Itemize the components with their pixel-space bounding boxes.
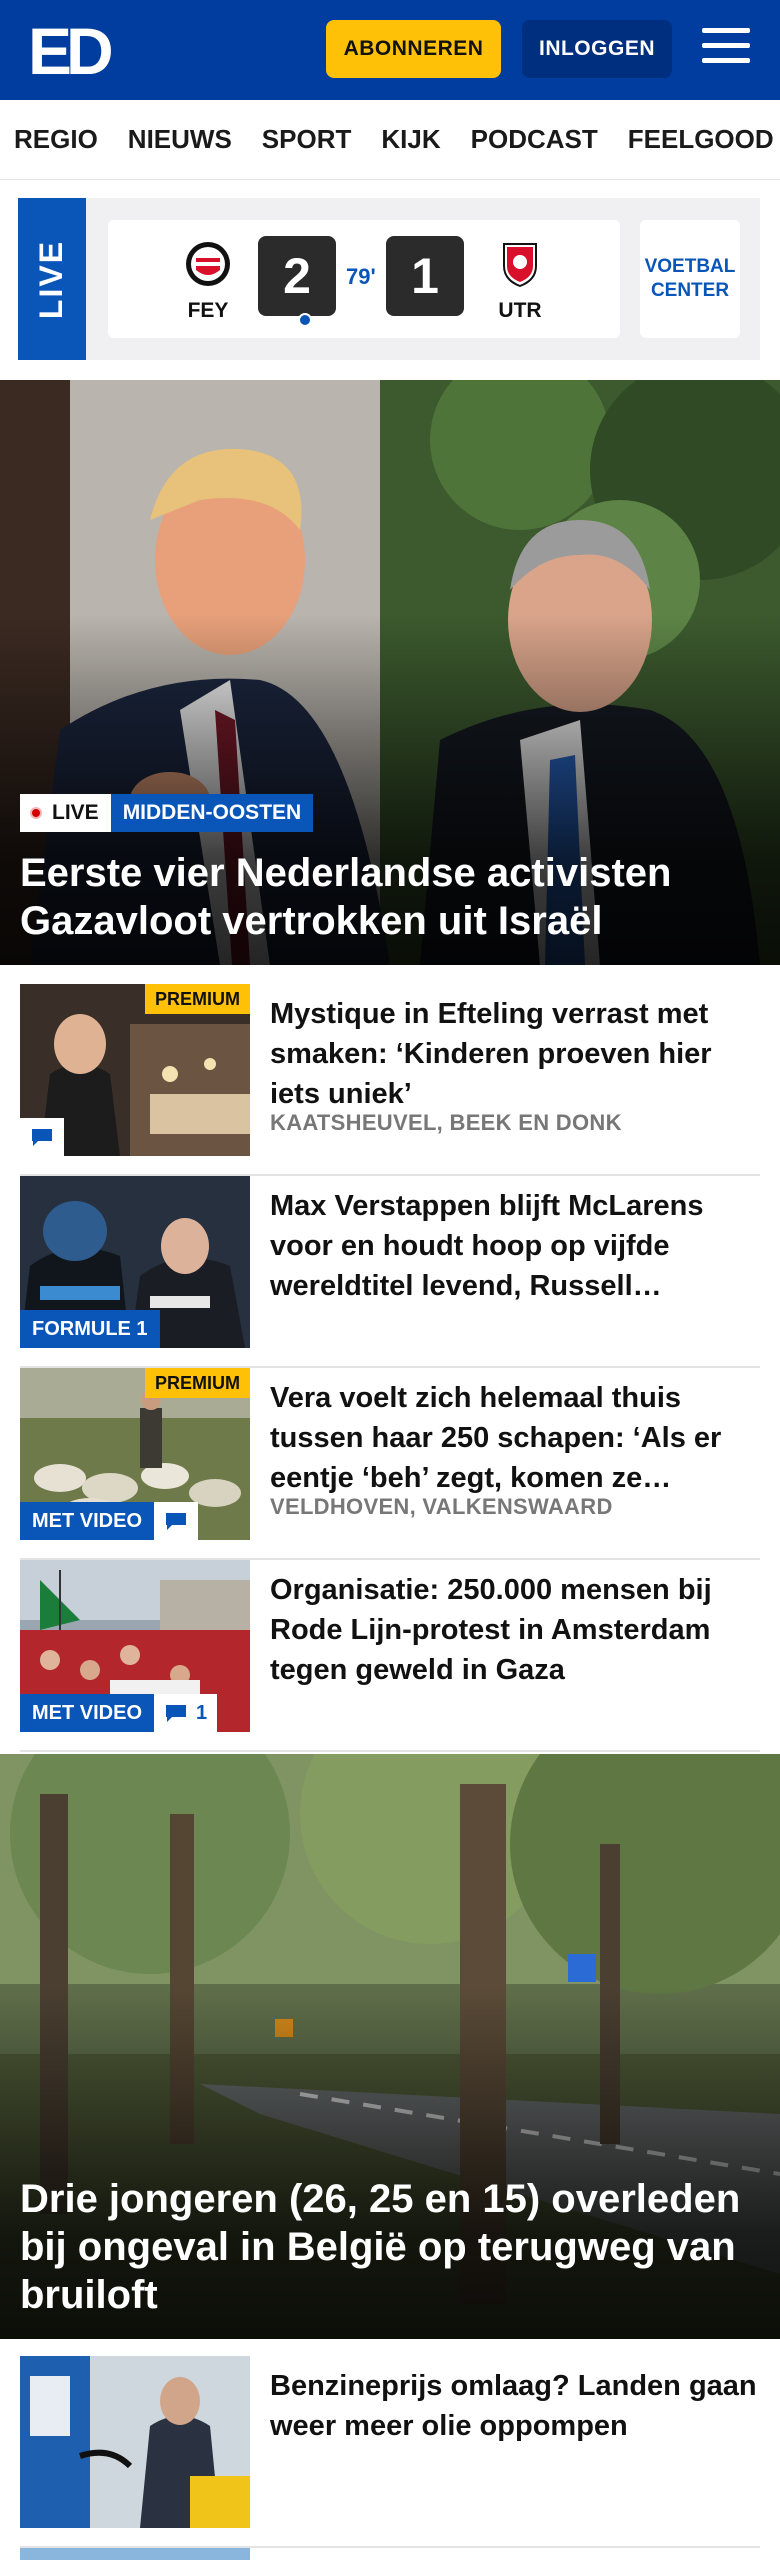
feyenoord-crest-icon	[186, 242, 230, 286]
home-team-abbr: FEY	[187, 299, 229, 322]
article-title[interactable]: Max Verstappen blijft McLarens voor en h…	[270, 1186, 760, 1306]
hamburger-menu-icon[interactable]	[702, 28, 750, 72]
subscribe-button[interactable]: ABONNEREN	[326, 20, 501, 78]
premium-badge: PREMIUM	[145, 1368, 250, 1398]
article-thumbnail: MET VIDEO 1	[20, 1560, 250, 1732]
article-title[interactable]: Benzineprijs omlaag? Landen gaan weer me…	[270, 2366, 760, 2446]
hero-tags: LIVE MIDDEN-OOSTEN	[20, 794, 314, 832]
hero-title[interactable]: Drie jongeren (26, 25 en 15) overleden b…	[20, 2175, 760, 2319]
fc-utrecht-crest-icon	[503, 243, 537, 288]
premium-badge: PREMIUM	[145, 984, 250, 1014]
article-thumbnail	[20, 2356, 250, 2528]
comment-count: 1	[196, 1701, 208, 1724]
next-article-thumbnail-partial	[20, 2548, 250, 2560]
article-item[interactable]: FORMULE 1 Max Verstappen blijft McLarens…	[20, 1176, 760, 1368]
article-thumbnail: PREMIUM MET VIDEO	[20, 1368, 250, 1540]
away-team: UTR	[490, 240, 550, 323]
hero-article[interactable]: Drie jongeren (26, 25 en 15) overleden b…	[0, 1754, 780, 2339]
nav-item-podcast[interactable]: PODCAST	[471, 124, 598, 155]
hero-article[interactable]: LIVE MIDDEN-OOSTEN Eerste vier Nederland…	[0, 380, 780, 965]
away-score: 1	[386, 236, 464, 316]
live-indicator-dot	[298, 313, 312, 327]
article-title[interactable]: Organisatie: 250.000 mensen bij Rode Lij…	[270, 1570, 760, 1690]
comments-badge[interactable]	[20, 1118, 64, 1156]
article-thumbnail: PREMIUM	[20, 984, 250, 1156]
match-card[interactable]: FEY 2 79' 1 UTR	[108, 220, 620, 338]
section-nav: REGIO NIEUWS SPORT KIJK PODCAST FEELGOOD…	[0, 100, 780, 180]
nav-item-kijk[interactable]: KIJK	[381, 124, 440, 155]
live-dot-icon	[30, 807, 42, 819]
article-item[interactable]: PREMIUM MET VIDEO Vera voelt zich helema…	[20, 1368, 760, 1560]
article-title[interactable]: Mystique in Efteling verrast met smaken:…	[270, 994, 760, 1114]
home-team: FEY	[178, 240, 238, 323]
article-location: VELDHOVEN, VALKENSWAARD	[270, 1494, 613, 1519]
category-badge: MIDDEN-OOSTEN	[110, 794, 314, 832]
video-badge: MET VIDEO	[20, 1694, 155, 1732]
comment-icon	[32, 1129, 52, 1146]
nav-item-feelgood[interactable]: FEELGOOD	[628, 124, 774, 155]
live-badge: LIVE	[20, 794, 111, 832]
away-team-abbr: UTR	[498, 299, 542, 322]
live-label: LIVE	[18, 198, 86, 360]
article-item[interactable]: PREMIUM Mystique in Efteling verrast met…	[20, 984, 760, 1176]
video-badge: MET VIDEO	[20, 1502, 155, 1540]
hero-title[interactable]: Eerste vier Nederlandse activisten Gazav…	[20, 849, 760, 945]
category-badge: FORMULE 1	[20, 1310, 160, 1348]
nav-item-nieuws[interactable]: NIEUWS	[128, 124, 232, 155]
login-button[interactable]: INLOGGEN	[522, 20, 672, 78]
comments-badge[interactable]: 1	[154, 1694, 218, 1732]
nav-item-sport[interactable]: SPORT	[262, 124, 352, 155]
comment-icon	[166, 1513, 187, 1530]
ed-logo[interactable]: ED	[28, 18, 116, 80]
article-title[interactable]: Vera voelt zich helemaal thuis tussen ha…	[270, 1378, 760, 1498]
article-thumbnail: FORMULE 1	[20, 1176, 250, 1348]
home-score: 2	[258, 236, 336, 316]
article-item[interactable]: Benzineprijs omlaag? Landen gaan weer me…	[20, 2356, 760, 2548]
nav-item-regio[interactable]: REGIO	[14, 124, 98, 155]
match-minute: 79'	[346, 264, 376, 289]
top-bar: ED ABONNEREN INLOGGEN	[0, 0, 780, 100]
voetbal-center-link[interactable]: VOETBAL CENTER	[640, 220, 740, 338]
svg-text:ED: ED	[28, 18, 111, 80]
live-score-widget: LIVE FEY 2 79' 1 UTR VOETBAL CENTER	[18, 198, 760, 360]
article-location: KAATSHEUVEL, BEEK EN DONK	[270, 1110, 622, 1135]
article-item[interactable]: MET VIDEO 1 Organisatie: 250.000 mensen …	[20, 1560, 760, 1752]
comments-badge[interactable]	[154, 1502, 199, 1540]
comment-icon	[166, 1705, 187, 1722]
